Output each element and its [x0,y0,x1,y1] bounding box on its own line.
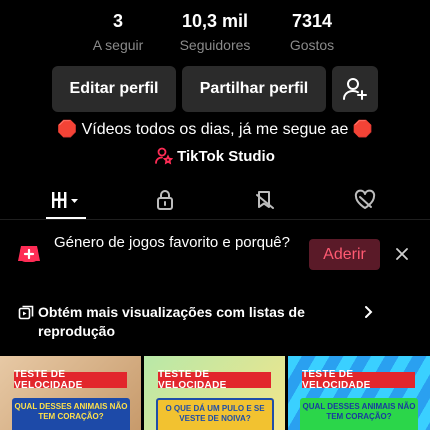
edit-profile-button[interactable]: Editar perfil [52,66,176,112]
followers-count: 10,3 mil [181,11,249,31]
gamepad-plus-icon [18,246,40,262]
following-stat[interactable]: 3 A seguir [78,10,158,55]
join-button[interactable]: Aderir [309,239,380,270]
video-tag: TESTE DE VELOCIDADE [158,369,271,391]
grid-bars-icon [52,192,78,208]
likes-label: Gostos [289,37,335,53]
close-icon [396,248,408,260]
video-question: QUAL DESSES ANIMAIS NÃO TEM CORAÇÃO? [300,398,418,430]
video-grid: TESTE DE VELOCIDADE QUAL DESSES ANIMAIS … [0,356,430,430]
person-star-icon [155,147,174,165]
bookmark-slash-icon [256,191,274,209]
profile-stats: 3 A seguir 10,3 mil Seguidores 7314 Gost… [0,10,430,58]
video-thumbnail[interactable]: TESTE DE VELOCIDADE O QUE DÁ UM PULO E S… [144,356,285,430]
followers-stat[interactable]: 10,3 mil Seguidores [170,10,260,55]
followers-label: Seguidores [179,37,251,53]
tab-videos[interactable] [35,180,95,220]
chevron-right-icon [365,306,373,318]
lock-icon [157,190,173,210]
following-count: 3 [112,11,123,31]
active-tab-indicator [46,217,86,219]
person-plus-icon [343,78,367,100]
playlist-icon [18,305,34,320]
video-question: O QUE DÁ UM PULO E SE VESTE DE NOIVA? [156,398,274,430]
question-prompt: Género de jogos favorito e porquê? Aderi… [0,222,430,286]
prompt-question: Género de jogos favorito e porquê? [54,234,290,251]
tab-reposts[interactable] [235,180,295,220]
add-friend-button[interactable] [332,66,378,112]
tiktok-studio-link[interactable]: TikTok Studio [0,147,430,165]
tab-liked[interactable] [335,180,395,220]
profile-tabs [0,180,430,220]
profile-actions: Editar perfil Partilhar perfil [0,66,430,112]
video-tag: TESTE DE VELOCIDADE [302,369,415,391]
video-tag: TESTE DE VELOCIDADE [14,369,127,391]
tab-private[interactable] [135,180,195,220]
share-profile-button[interactable]: Partilhar perfil [182,66,326,112]
playlists-banner[interactable]: Obtém mais visualizações com listas de r… [0,297,430,349]
likes-stat[interactable]: 7314 Gostos [272,10,352,55]
video-question: QUAL DESSES ANIMAIS NÃO TEM CORAÇÃO? [12,398,130,430]
tiktok-studio-label: TikTok Studio [177,147,275,165]
profile-bio: 🛑 Vídeos todos os dias, já me segue ae 🛑 [57,121,373,138]
video-thumbnail[interactable]: TESTE DE VELOCIDADE QUAL DESSES ANIMAIS … [0,356,141,430]
heart-slash-icon [354,189,376,209]
following-label: A seguir [92,37,144,53]
likes-count: 7314 [291,11,333,31]
video-thumbnail[interactable]: TESTE DE VELOCIDADE QUAL DESSES ANIMAIS … [288,356,430,430]
playlists-text: Obtém mais visualizações com listas de r… [38,304,305,339]
close-prompt-button[interactable] [390,242,414,266]
